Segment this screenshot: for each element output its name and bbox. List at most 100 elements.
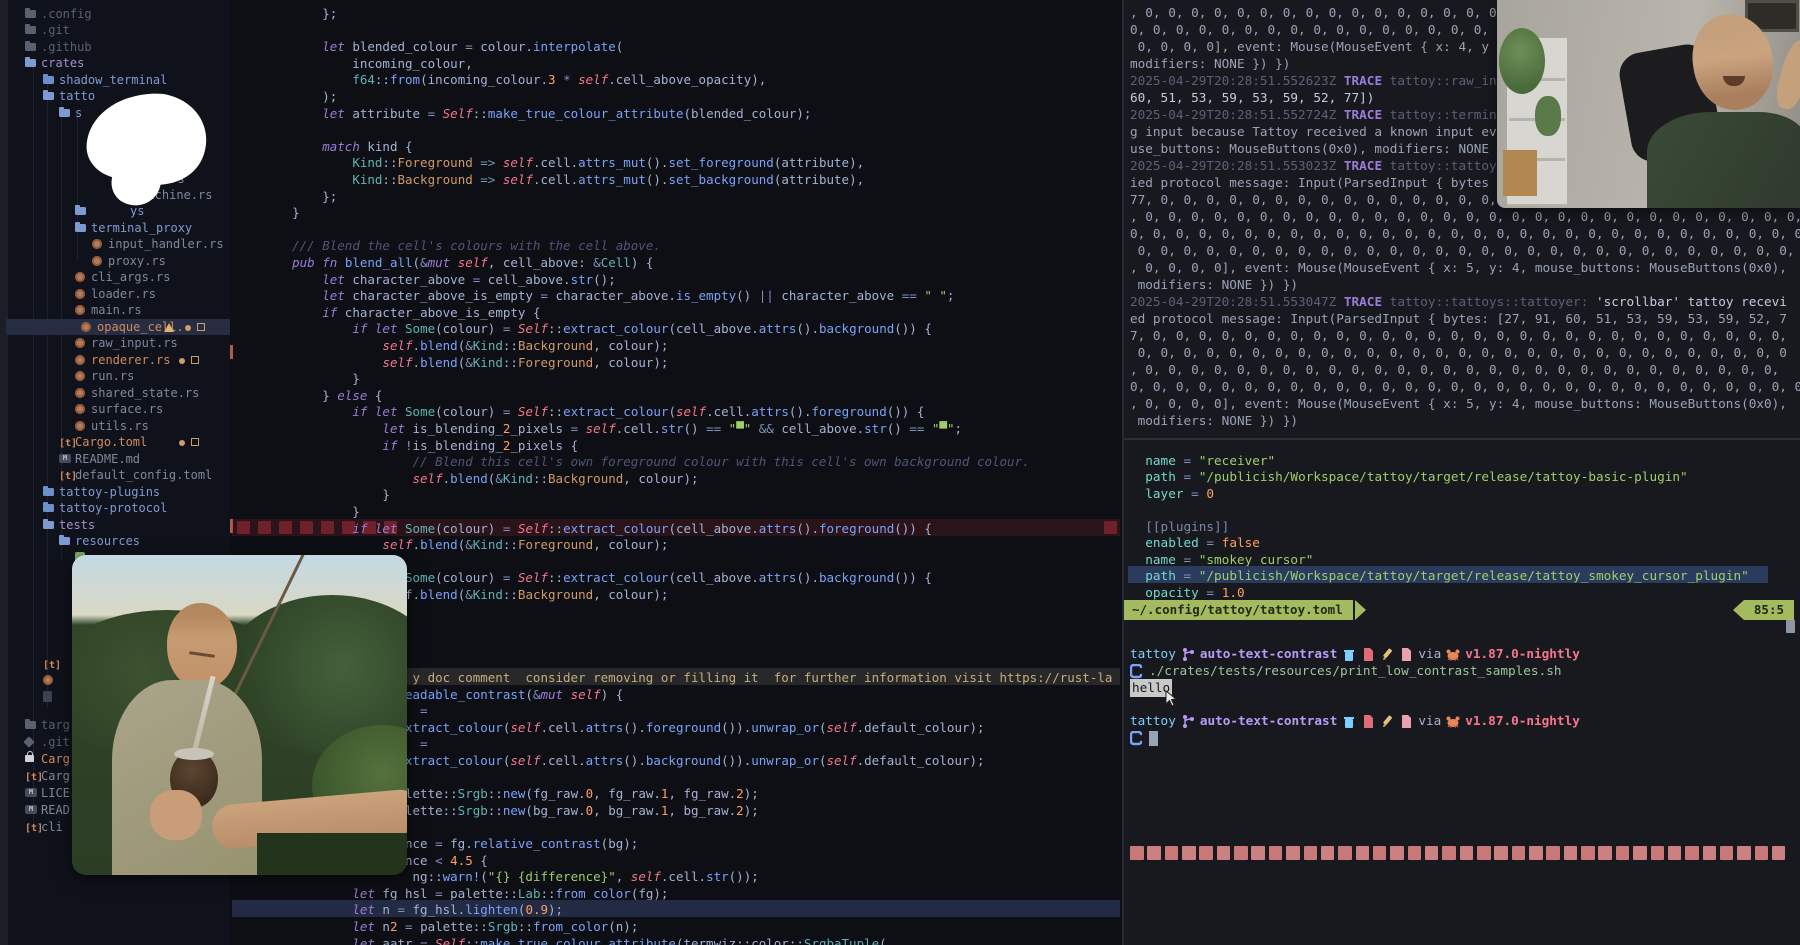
log-line: 2025-04-29T20:28:51.553023Z TRACE tattoy… [1130, 157, 1497, 174]
toml-line[interactable]: path = "/publicish/Workspace/tattoy/targ… [1130, 468, 1688, 485]
tree-item-terminal-proxy[interactable]: terminal_proxy [0, 220, 230, 236]
rust-icon [92, 239, 102, 249]
code-line[interactable]: pub fn blend_all(&mut self, cell_above: … [262, 254, 653, 271]
code-line[interactable]: if character_above_is_empty { [262, 304, 540, 321]
command-line[interactable]: ./crates/tests/resources/print_low_contr… [1130, 662, 1561, 680]
tree-item-shared-state-rs[interactable]: shared_state.rs [0, 385, 230, 401]
log-line: , 0, 0, 0, 0, 0, 0, 0, 0, 0, 0, 0, 0, 0,… [1130, 208, 1800, 225]
code-line[interactable]: self.blend(&Kind::Foreground, colour); [262, 354, 668, 371]
tree-item-utils-rs[interactable]: utils.rs [0, 418, 230, 434]
shell-prompt: tattoyauto-text-contrastviav1.87.0-night… [1130, 712, 1580, 730]
folder-open-icon [25, 59, 36, 67]
code-line[interactable]: Kind::Foreground => self.cell.attrs_mut(… [262, 154, 864, 171]
code-line[interactable]: let is_blending_2_pixels = self.cell.str… [262, 420, 962, 437]
tree-item-label: tattoy-protocol [59, 500, 167, 516]
tree-item-tests[interactable]: tests [0, 517, 230, 533]
md-icon: M [25, 805, 37, 814]
tree-item-readme-md[interactable]: MREADME.md [0, 451, 230, 467]
toml-line[interactable]: opacity = 1.0 [1130, 584, 1245, 601]
code-line[interactable]: }; [262, 188, 337, 205]
code-line[interactable]: } [262, 503, 360, 520]
low-contrast-sample-block [1633, 846, 1647, 860]
low-contrast-sample-block [1321, 846, 1335, 860]
tree-item-loader-rs[interactable]: loader.rs [0, 286, 230, 302]
tree-item-run-rs[interactable]: run.rs [0, 368, 230, 384]
code-line[interactable]: let character_above = cell_above.str(); [262, 271, 616, 288]
code-line[interactable]: match kind { [262, 138, 413, 155]
tree-item-tattoy-protocol[interactable]: tattoy-protocol [0, 500, 230, 516]
toml-line[interactable]: enabled = false [1130, 534, 1260, 551]
tree-item-label: renderer.rs [91, 352, 170, 368]
code-line[interactable]: let blended_colour = colour.interpolate( [262, 38, 623, 55]
code-line[interactable]: self.blend(&Kind::Background, colour); [262, 337, 668, 354]
code-line[interactable]: let n = fg_hsl.lighten(0.9); [262, 901, 563, 918]
powerline-arrow-icon [1733, 600, 1744, 620]
code-line[interactable]: if let Some(colour) = Self::extract_colo… [262, 403, 924, 420]
tree-item-tattoy-plugins[interactable]: tattoy-plugins [0, 484, 230, 500]
tree-item-raw-input-rs[interactable]: raw_input.rs [0, 335, 230, 351]
low-contrast-sample-block [1720, 846, 1734, 860]
code-line[interactable]: ); [262, 88, 337, 105]
tree-item--git[interactable]: .git [0, 22, 230, 38]
low-contrast-sample-block [1442, 846, 1456, 860]
modified-dot-icon [179, 440, 185, 446]
code-line[interactable]: } [262, 370, 360, 387]
toml-line[interactable]: path = "/publicish/Workspace/tattoy/targ… [1130, 567, 1749, 584]
rust-version: v1.87.0-nightly [1465, 645, 1580, 663]
toml-line[interactable]: name = "receiver" [1130, 452, 1275, 469]
tree-item-opaque-cell-[interactable]: opaque_cell. [6, 319, 230, 335]
tree-item-default-config-toml[interactable]: [t]default_config.toml [0, 467, 230, 483]
tree-item-input-handler-rs[interactable]: input_handler.rs [0, 236, 230, 252]
code-line[interactable]: if let Some(colour) = Self::extract_colo… [262, 320, 932, 337]
code-line[interactable]: if !is_blending_2_pixels { [262, 437, 578, 454]
code-line[interactable]: } else { [262, 387, 382, 404]
low-contrast-sample-block [1772, 846, 1786, 860]
code-line[interactable]: let aatr = Self::make_true_colour_attrib… [262, 935, 887, 945]
git-branch-name: auto-text-contrast [1200, 645, 1338, 663]
square-marker-icon [197, 323, 205, 331]
code-line[interactable]: } [262, 204, 300, 221]
tree-item-crates[interactable]: crates [0, 55, 230, 71]
code-line[interactable]: f64::from(incoming_colour.3 * self.cell_… [262, 71, 766, 88]
tree-item-proxy-rs[interactable]: proxy.rs [0, 253, 230, 269]
screen: .config.git.githubcratesshadow_terminalt… [0, 0, 1800, 945]
tree-item-cargo-toml[interactable]: [t]Cargo.toml [0, 434, 230, 450]
tree-item-renderer-rs[interactable]: renderer.rs [0, 352, 230, 368]
low-contrast-sample-block [1529, 846, 1543, 860]
tree-item-resources[interactable]: resources [0, 533, 230, 549]
folder-open-icon [43, 521, 54, 529]
terminal-scrollbar-thumb[interactable] [1786, 620, 1795, 633]
tree-item-surface-rs[interactable]: surface.rs [0, 401, 230, 417]
helix-statusbar[interactable]: ~/.config/tattoy/tattoy.toml85:5 [1124, 600, 1800, 620]
code-line[interactable]: let n2 = palette::Srgb::from_color(n); [262, 918, 638, 935]
tree-item--config[interactable]: .config [0, 6, 230, 22]
code-line[interactable]: if let Some(colour) = Self::extract_colo… [262, 520, 932, 537]
tree-item-label: .git [41, 734, 70, 750]
code-line[interactable]: incoming_colour, [262, 55, 473, 72]
tree-item--github[interactable]: .github [0, 39, 230, 55]
code-line[interactable]: /// Blend the cell's colours with the ce… [262, 237, 661, 254]
toml-line[interactable]: name = "smokey_cursor" [1130, 551, 1313, 568]
tree-item-label: .config [41, 6, 92, 22]
code-line[interactable]: self.blend(&Kind::Background, colour); [262, 470, 699, 487]
log-line: 0, 0, 0, 0], event: Mouse(MouseEvent { x… [1130, 38, 1489, 55]
code-line[interactable]: let fg_hsl = palette::Lab::from_color(fg… [262, 885, 668, 902]
terminal-input-line[interactable] [1130, 729, 1158, 747]
rust-icon [75, 272, 85, 282]
code-line[interactable]: Kind::Background => self.cell.attrs_mut(… [262, 171, 864, 188]
code-line[interactable]: // Blend this cell's own foreground colo… [262, 453, 1030, 470]
toml-line[interactable]: [[plugins]] [1130, 518, 1229, 535]
tree-item-label: targ [41, 717, 70, 733]
low-contrast-sample-block [1356, 846, 1370, 860]
tree-item-cli-args-rs[interactable]: cli_args.rs [0, 269, 230, 285]
code-line[interactable]: self.blend(&Kind::Foreground, colour); [262, 536, 668, 553]
low-contrast-sample-block [1251, 846, 1265, 860]
low-contrast-sample-block [1425, 846, 1439, 860]
tree-item-shadow-terminal[interactable]: shadow_terminal [0, 72, 230, 88]
tree-item-main-rs[interactable]: main.rs [0, 302, 230, 318]
code-line[interactable]: } [262, 486, 390, 503]
code-line[interactable]: let attribute = Self::make_true_colour_a… [262, 105, 811, 122]
toml-line[interactable]: layer = 0 [1130, 485, 1214, 502]
code-line[interactable]: let character_above_is_empty = character… [262, 287, 954, 304]
code-line[interactable]: }; [262, 5, 337, 22]
